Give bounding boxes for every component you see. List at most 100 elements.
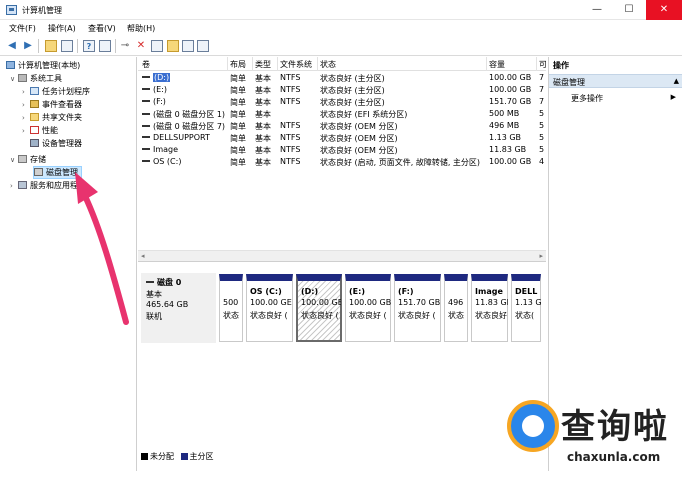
chevron-right-icon[interactable]: › xyxy=(22,127,30,135)
menu-help[interactable]: 帮助(H) xyxy=(127,23,155,34)
partition-block[interactable]: (F:) 151.70 GB 状态良好 ( xyxy=(394,274,441,342)
disk-0-label[interactable]: 磁盘 0 基本 465.64 GB 联机 xyxy=(141,273,216,343)
chevron-down-icon[interactable]: ∨ xyxy=(10,75,18,83)
column-header-capacity[interactable]: 容量 xyxy=(489,59,505,70)
chevron-right-icon[interactable]: ▶ xyxy=(671,93,676,101)
properties-icon[interactable] xyxy=(99,40,111,52)
list-icon[interactable] xyxy=(182,40,194,52)
services-icon xyxy=(18,181,27,189)
volume-capacity: 100.00 GB xyxy=(489,73,532,82)
horizontal-scrollbar[interactable]: ◂ ▸ xyxy=(138,250,546,261)
volume-free: 7 xyxy=(539,97,545,106)
volume-name: (磁盘 0 磁盘分区 7) xyxy=(153,122,226,131)
folder-icon[interactable] xyxy=(167,40,179,52)
scroll-left-icon[interactable]: ◂ xyxy=(141,252,145,260)
chevron-right-icon[interactable]: › xyxy=(22,101,30,109)
partition-status: 状态良好 ( xyxy=(250,311,288,320)
table-row[interactable]: Image 简单 基本 NTFS 状态良好 (OEM 分区) 11.83 GB … xyxy=(138,144,546,156)
toolbar-separator xyxy=(77,39,78,53)
column-header-status[interactable]: 状态 xyxy=(320,59,336,70)
partition-status: 状态良好 ( xyxy=(301,311,339,320)
partition-block[interactable]: Image 11.83 GB 状态良好 xyxy=(471,274,508,342)
up-folder-icon[interactable] xyxy=(45,40,57,52)
show-hide-tree-icon[interactable] xyxy=(61,40,73,52)
volume-name: (D:) xyxy=(153,73,171,82)
column-divider[interactable] xyxy=(486,57,487,71)
tree-item-disk-management[interactable]: 磁盘管理 xyxy=(33,166,82,179)
volume-free: 4 xyxy=(539,157,545,166)
table-row[interactable]: (磁盘 0 磁盘分区 7) 简单 基本 NTFS 状态良好 (OEM 分区) 4… xyxy=(138,120,546,132)
tree-item-task-scheduler[interactable]: › 任务计划程序 xyxy=(22,86,90,99)
column-divider[interactable] xyxy=(317,57,318,71)
volume-type: 基本 xyxy=(255,122,271,131)
table-row[interactable]: (磁盘 0 磁盘分区 1) 简单 基本 状态良好 (EFI 系统分区) 500 … xyxy=(138,108,546,120)
title-bar: 计算机管理 — ☐ ✕ xyxy=(0,0,682,20)
actions-section-disk-management[interactable]: 磁盘管理 ▲ xyxy=(549,74,682,88)
volume-filesystem: NTFS xyxy=(280,133,301,142)
partition-block-selected[interactable]: (D:) 100.00 GE 状态良好 ( xyxy=(296,274,342,342)
chevron-right-icon[interactable]: › xyxy=(10,182,18,190)
check-icon[interactable] xyxy=(151,40,163,52)
partition-block[interactable]: OS (C:) 100.00 GE 状态良好 ( xyxy=(246,274,293,342)
back-arrow-icon[interactable]: ◀ xyxy=(6,40,18,52)
chevron-down-icon[interactable]: ∨ xyxy=(10,156,18,164)
performance-icon xyxy=(30,126,39,134)
partition-block[interactable]: 500 状态 xyxy=(219,274,243,342)
help-icon[interactable]: ? xyxy=(83,40,95,52)
maximize-button[interactable]: ☐ xyxy=(614,0,644,20)
forward-arrow-icon[interactable]: ▶ xyxy=(22,40,34,52)
column-header-type[interactable]: 类型 xyxy=(255,59,271,70)
volume-filesystem: NTFS xyxy=(280,73,301,82)
column-divider[interactable] xyxy=(227,57,228,71)
column-divider[interactable] xyxy=(536,57,537,71)
partition-block[interactable]: (E:) 100.00 GB 状态良好 ( xyxy=(345,274,391,342)
primary-swatch xyxy=(180,453,188,460)
column-header-free[interactable]: 可 xyxy=(539,59,546,70)
watermark-text: 查询啦 xyxy=(561,407,669,447)
close-button[interactable]: ✕ xyxy=(646,0,682,20)
more-actions-link[interactable]: 更多操作 xyxy=(571,93,603,104)
tree-item-event-viewer[interactable]: › 事件查看器 xyxy=(22,99,82,112)
tree-item-performance[interactable]: › 性能 xyxy=(22,125,58,138)
menu-file[interactable]: 文件(F) xyxy=(9,23,36,34)
column-header-layout[interactable]: 布局 xyxy=(230,59,246,70)
column-header-filesystem[interactable]: 文件系统 xyxy=(280,59,312,70)
chevron-right-icon[interactable]: › xyxy=(22,114,30,122)
volume-filesystem: NTFS xyxy=(280,145,301,154)
column-divider[interactable] xyxy=(252,57,253,71)
table-row[interactable]: DELLSUPPORT 简单 基本 NTFS 状态良好 (OEM 分区) 1.1… xyxy=(138,132,546,144)
volume-name: DELLSUPPORT xyxy=(153,133,210,142)
connect-icon[interactable]: ⊸ xyxy=(119,40,131,52)
table-row[interactable]: OS (C:) 简单 基本 NTFS 状态良好 (启动, 页面文件, 故障转储,… xyxy=(138,156,546,168)
tree-item-device-manager[interactable]: 设备管理器 xyxy=(30,138,82,151)
volume-icon xyxy=(142,88,150,90)
column-header-volume[interactable]: 卷 xyxy=(142,59,150,70)
column-divider[interactable] xyxy=(277,57,278,71)
partition-block[interactable]: DELL 1.13 G 状态( xyxy=(511,274,541,342)
tree-item-system-tools[interactable]: ∨ 系统工具 xyxy=(10,73,62,86)
table-row[interactable]: (D:) 简单 基本 NTFS 状态良好 (主分区) 100.00 GB 7 xyxy=(138,72,546,84)
volume-name: (磁盘 0 磁盘分区 1) xyxy=(153,110,226,119)
menu-view[interactable]: 查看(V) xyxy=(88,23,116,34)
scroll-right-icon[interactable]: ▸ xyxy=(539,252,543,260)
tree-item-root[interactable]: 计算机管理(本地) xyxy=(6,60,80,73)
settings-icon[interactable] xyxy=(197,40,209,52)
partition-block[interactable]: 496 状态 xyxy=(444,274,468,342)
volume-name: (F:) xyxy=(153,97,166,106)
volume-status: 状态良好 (EFI 系统分区) xyxy=(320,110,408,119)
volume-free: 7 xyxy=(539,73,545,82)
chevron-right-icon[interactable]: › xyxy=(22,88,30,96)
volume-filesystem: NTFS xyxy=(280,157,301,166)
tree-item-services[interactable]: › 服务和应用程序 xyxy=(10,180,86,193)
volume-name: Image xyxy=(153,145,179,154)
menu-action[interactable]: 操作(A) xyxy=(48,23,76,34)
volume-name: (E:) xyxy=(153,85,167,94)
chevron-up-icon[interactable]: ▲ xyxy=(674,77,679,85)
table-row[interactable]: (F:) 简单 基本 NTFS 状态良好 (主分区) 151.70 GB 7 xyxy=(138,96,546,108)
table-row[interactable]: (E:) 简单 基本 NTFS 状态良好 (主分区) 100.00 GB 7 xyxy=(138,84,546,96)
delete-icon[interactable]: ✕ xyxy=(135,40,147,52)
volume-type: 基本 xyxy=(255,146,271,155)
minimize-button[interactable]: — xyxy=(582,0,612,20)
volume-list-header: 卷 布局 类型 文件系统 状态 容量 可 xyxy=(138,57,546,71)
tree-item-shared-folders[interactable]: › 共享文件夹 xyxy=(22,112,82,125)
